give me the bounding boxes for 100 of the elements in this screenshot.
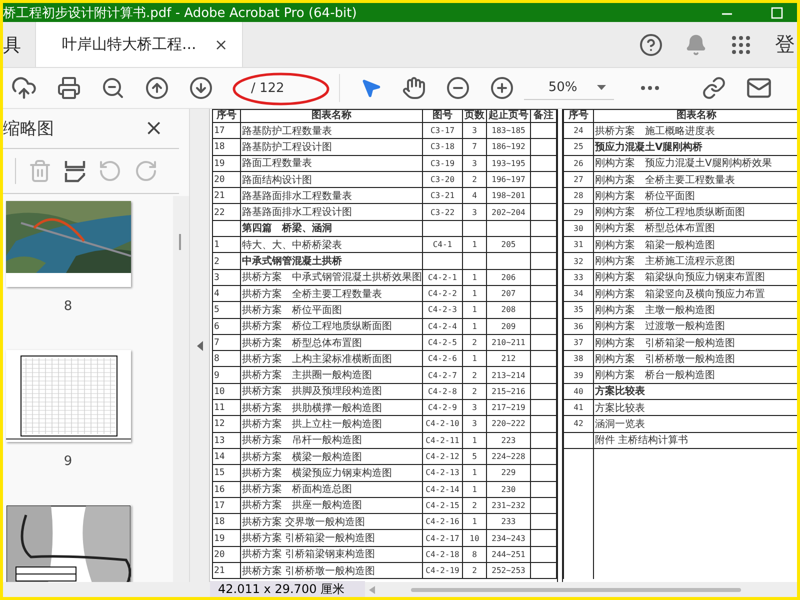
page-size: 42.011 x 29.700 厘米 bbox=[210, 581, 365, 597]
table-cell: 244~251 bbox=[492, 550, 526, 559]
table-cell: 2 bbox=[472, 338, 477, 347]
table-cell: 41 bbox=[574, 403, 584, 412]
section-heading: 中承式钢管混凝土拱桥 bbox=[242, 254, 342, 268]
page-number: 8 bbox=[64, 299, 72, 314]
table-cell: 224~228 bbox=[492, 452, 526, 462]
table-cell: C4-2-5 bbox=[428, 338, 457, 347]
table-cell: 206 bbox=[501, 272, 516, 282]
table-cell: C4-2-8 bbox=[428, 386, 457, 396]
table-cell: 213~214 bbox=[492, 370, 526, 380]
section-heading: 方案比较表 bbox=[595, 384, 645, 398]
table-cell: 17 bbox=[214, 500, 225, 511]
table-cell: C4-2-12 bbox=[426, 452, 460, 462]
table-cell-text: 拱桥方案 桥位平面图 bbox=[242, 304, 342, 317]
table-cell: C4-2-11 bbox=[426, 436, 460, 445]
table-cell-text: 刚构方案 过渡墩一般构造图 bbox=[595, 320, 725, 334]
table-cell: 19 bbox=[214, 158, 225, 169]
page-count: / 122 bbox=[251, 80, 284, 96]
table-cell-text: 拱桥方案 中承式钢管混凝土拱桥效果图 bbox=[242, 270, 422, 284]
table-cell: C4-1 bbox=[432, 240, 452, 250]
tab[interactable]: 具 bbox=[3, 22, 36, 67]
table-cell: 198~201 bbox=[492, 191, 526, 200]
table-cell: 27 bbox=[574, 175, 584, 184]
table-cell-text: 拱桥方案 施工概略进度表 bbox=[595, 124, 715, 138]
close-button[interactable]: × bbox=[214, 35, 228, 54]
table-cell-text: 拱桥方案 交界墩一般构造图 bbox=[242, 516, 366, 529]
table-cell: 3 bbox=[472, 126, 477, 136]
table-cell: 5 bbox=[472, 452, 477, 462]
table-cell: C4-2-15 bbox=[426, 500, 460, 510]
table-cell: 10 bbox=[470, 534, 480, 543]
table-cell: 8 bbox=[472, 550, 477, 559]
section-heading: 预应力混凝土V腿刚构桥 bbox=[595, 140, 703, 154]
table-cell: 21 bbox=[214, 566, 225, 576]
table-cell: 16 bbox=[214, 484, 225, 495]
table-cell: C4-2-2 bbox=[428, 289, 457, 298]
table-cell: 11 bbox=[214, 403, 225, 414]
table-cell: 3 bbox=[472, 158, 477, 168]
table-cell-text: 拱桥方案 桥位工程地质纵断面图 bbox=[242, 320, 392, 334]
table-cell-text: 刚构方案 桥台一般构造图 bbox=[595, 368, 715, 382]
table-cell-text: 刚构方案 引桥桥墩一般构造图 bbox=[595, 352, 735, 366]
table-cell: 1 bbox=[472, 436, 477, 445]
section-heading: 第四篇 桥梁、涵洞 bbox=[242, 221, 332, 236]
table-cell: 38 bbox=[574, 354, 584, 364]
table-cell-text: 拱桥方案 拱上立柱一般构造图 bbox=[242, 418, 382, 431]
table-cell: 3 bbox=[472, 403, 477, 412]
table-cell-text: 刚构方案 全桥主要工程数量表 bbox=[595, 174, 735, 187]
table-cell-text: 拱桥方案 拱肋横撑一般构造图 bbox=[242, 402, 382, 415]
table-cell: C4-2-13 bbox=[426, 468, 460, 478]
table-cell: 5 bbox=[214, 305, 220, 316]
table-cell: C4-2-7 bbox=[428, 370, 457, 380]
table-cell-text: 拱桥方案 桥面构造总图 bbox=[242, 482, 352, 496]
table-cell-text: 涵洞一览表 bbox=[595, 418, 645, 431]
table-cell-text: 附件 主桥结构计算书 bbox=[595, 434, 688, 448]
table-cell: C3-17 bbox=[430, 126, 455, 136]
table-cell: 212 bbox=[501, 354, 516, 364]
table-cell-text: 拱桥方案 拱脚及预埋段构造图 bbox=[242, 384, 382, 398]
tab[interactable]: 叶岸山特大桥工程... × bbox=[36, 22, 243, 67]
table-cell: 15 bbox=[214, 468, 225, 478]
table-cell: C4-2-3 bbox=[428, 305, 457, 314]
table-cell-text: 拱桥方案 上构主梁标准横断面图 bbox=[242, 352, 392, 366]
table-cell-text: 拱桥方案 桥型总体布置图 bbox=[242, 336, 362, 350]
table-cell: 36 bbox=[574, 322, 584, 331]
table-cell: 24 bbox=[574, 126, 584, 136]
table-cell: C3-22 bbox=[430, 208, 455, 217]
table-cell: C4-2-14 bbox=[426, 484, 460, 494]
table-cell: 18 bbox=[214, 142, 225, 152]
table-cell-text: 刚构方案 桥位平面图 bbox=[595, 190, 695, 203]
table-cell: 2 bbox=[472, 370, 477, 380]
table-cell: 20 bbox=[214, 175, 225, 186]
table-cell-text: 路基防护工程设计图 bbox=[242, 140, 332, 154]
table-cell: 1 bbox=[472, 305, 477, 314]
zoom-dropdown[interactable]: 50% bbox=[524, 76, 614, 100]
table-cell: 13 bbox=[214, 436, 225, 446]
table-cell: 231~232 bbox=[492, 500, 526, 510]
table-cell: 40 bbox=[574, 386, 584, 396]
table-cell: 17 bbox=[214, 126, 225, 136]
table-cell: 223 bbox=[501, 436, 516, 445]
column-header: 序号 bbox=[568, 110, 588, 122]
table-cell: C4-2-16 bbox=[426, 517, 460, 526]
table-cell: 2 bbox=[472, 500, 477, 510]
table-cell: 220~222 bbox=[492, 419, 526, 428]
table-cell-text: 拱桥方案 全桥主要工程数量表 bbox=[242, 288, 382, 301]
table-cell: 1 bbox=[472, 517, 477, 526]
sign-in-link[interactable]: 登 bbox=[775, 31, 795, 58]
table-cell: 234~243 bbox=[492, 534, 526, 543]
table-cell: 210~211 bbox=[492, 338, 526, 347]
table-cell: 8 bbox=[214, 354, 220, 364]
table-cell-text: 拱桥方案 引桥箱梁钢束构造图 bbox=[242, 548, 376, 562]
table-cell: 1 bbox=[472, 272, 477, 282]
close-button[interactable]: × bbox=[144, 116, 163, 141]
table-cell-text: 路面结构设计图 bbox=[242, 174, 312, 187]
table-cell: 183~185 bbox=[492, 126, 526, 136]
table-cell: C4-2-6 bbox=[428, 354, 457, 364]
table-cell-text: 拱桥方案 引桥桥墩一般构造图 bbox=[242, 564, 376, 578]
table-cell: 2 bbox=[472, 566, 477, 576]
column-header: 图表名称 bbox=[676, 110, 716, 122]
table-cell: 22 bbox=[214, 208, 225, 218]
table-cell-text: 刚构方案 主桥施工流程示意图 bbox=[595, 254, 735, 268]
table-cell: 26 bbox=[574, 158, 584, 168]
